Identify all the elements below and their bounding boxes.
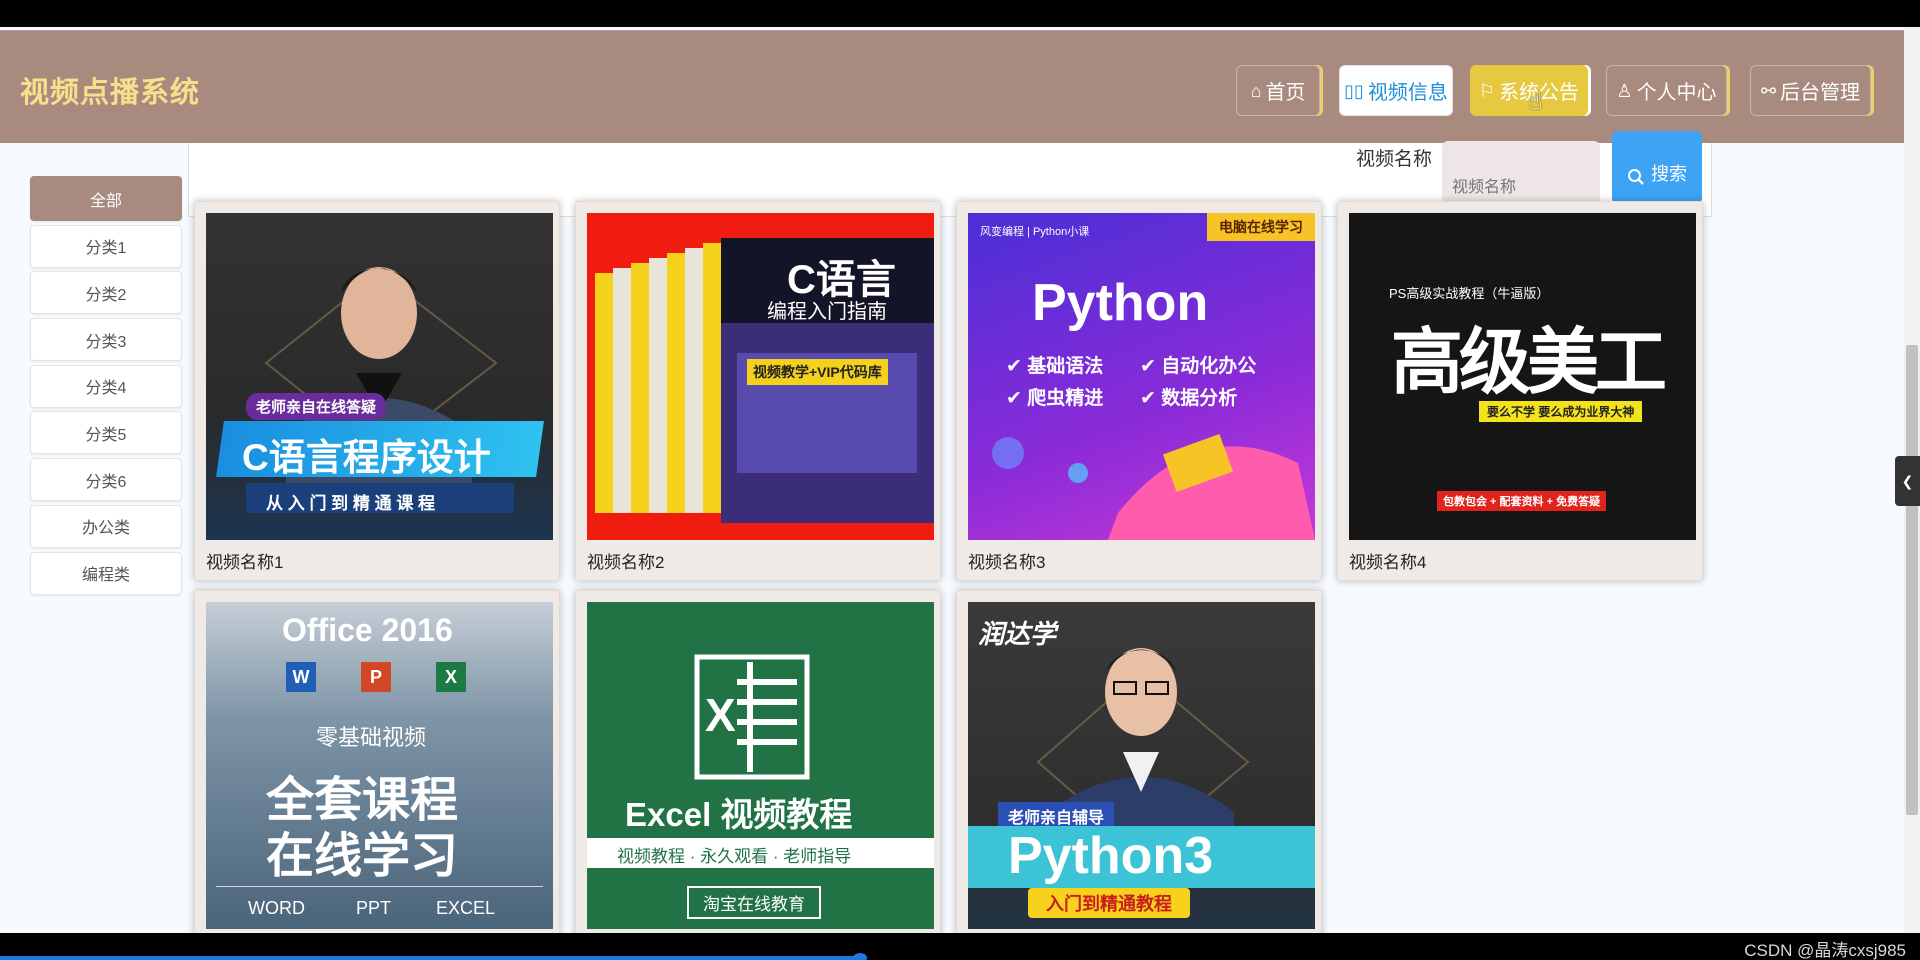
- home-icon: ⌂: [1250, 80, 1262, 101]
- search-label: 视频名称: [1356, 149, 1433, 170]
- nav-video-button[interactable]: ▯▯ 视频信息: [1339, 65, 1453, 116]
- category-5[interactable]: 分类5: [30, 411, 182, 455]
- decorative-3d-shapes: [992, 433, 1315, 540]
- video-card[interactable]: 润达学 老师亲自辅导 Python3 入门到精通教程: [956, 590, 1322, 933]
- thumb-subtitle: 视频教程 · 永久观看 · 老师指导: [617, 847, 852, 866]
- search-input[interactable]: [1442, 141, 1600, 204]
- video-title[interactable]: 视频名称2: [587, 548, 664, 573]
- playback-progress-handle[interactable]: [853, 953, 867, 960]
- app-viewport: 视频点播系统 ⌂ 首页 ▯▯ 视频信息 ⚐ 系统公告 ♙ 个人中心 ⚯ 后台管理…: [0, 27, 1920, 933]
- video-icon: ▯▯: [1344, 80, 1364, 101]
- category-2[interactable]: 分类2: [30, 271, 182, 315]
- nav-admin-button[interactable]: ⚯ 后台管理: [1750, 65, 1871, 116]
- video-thumbnail[interactable]: 风变编程 | Python小课 电脑在线学习 Python ✔ 基础语法 ✔ 自…: [968, 213, 1315, 540]
- search-button-label: 搜索: [1651, 164, 1687, 184]
- thumb-subtitle: 从 入 门 到 精 通 课 程: [266, 494, 436, 513]
- thumb-footer: 淘宝在线教育: [687, 886, 821, 919]
- thumb-tag: 要么不学 要么成为业界大神: [1479, 401, 1643, 422]
- excel-logo-icon: [694, 654, 810, 780]
- video-thumbnail[interactable]: 老师亲自在线答疑 C语言程序设计 从 入 门 到 精 通 课 程: [206, 213, 553, 540]
- excel-icon: X: [436, 662, 466, 692]
- category-all[interactable]: 全部: [30, 176, 182, 221]
- category-programming[interactable]: 编程类: [30, 551, 182, 595]
- thumb-top-text: PS高级实战教程（牛逼版）: [1389, 286, 1550, 301]
- powerpoint-icon: P: [361, 662, 391, 692]
- video-card[interactable]: 风变编程 | Python小课 电脑在线学习 Python ✔ 基础语法 ✔ 自…: [956, 201, 1322, 581]
- thumb-title: C语言程序设计: [242, 437, 491, 478]
- video-card[interactable]: PS高级实战教程（牛逼版） 高级美工 要么不学 要么成为业界大神 包教包会 + …: [1337, 201, 1703, 581]
- video-thumbnail[interactable]: PS高级实战教程（牛逼版） 高级美工 要么不学 要么成为业界大神 包教包会 + …: [1349, 213, 1696, 540]
- video-card[interactable]: Office 2016 W P X 零基础视频 全套课程 在线学习 WORD P…: [194, 590, 560, 933]
- nav-home-button[interactable]: ⌂ 首页: [1236, 65, 1320, 116]
- thumb-footer: EXCEL: [436, 898, 496, 918]
- chevron-left-icon[interactable]: ❮: [1895, 456, 1920, 506]
- nav-admin-label: 后台管理: [1780, 82, 1861, 104]
- thumb-title: Python3: [1008, 827, 1214, 885]
- video-title[interactable]: 视频名称1: [206, 548, 283, 573]
- page-scrollbar-thumb[interactable]: [1906, 345, 1918, 815]
- thumb-subtitle: 入门到精通教程: [1028, 888, 1190, 918]
- category-sidebar: 全部 分类1 分类2 分类3 分类4 分类5 分类6 办公类 编程类: [30, 176, 182, 598]
- nav-video-label: 视频信息: [1367, 82, 1448, 104]
- video-player-bar: CSDN @晶涛cxsj985: [0, 933, 1920, 960]
- playback-progress[interactable]: [0, 956, 860, 960]
- video-title[interactable]: 视频名称3: [968, 548, 1045, 573]
- video-thumbnail[interactable]: X Excel 视频教程 视频教程 · 永久观看 · 老师指导 淘宝在线教育: [587, 602, 934, 929]
- nav-profile-label: 个人中心: [1636, 82, 1717, 104]
- category-3[interactable]: 分类3: [30, 318, 182, 362]
- video-thumbnail[interactable]: C语言 编程入门指南 视频教学+VIP代码库: [587, 213, 934, 540]
- thumb-title: Excel 视频教程: [625, 796, 853, 833]
- thumb-subtitle: 编程入门指南: [767, 301, 887, 323]
- category-1[interactable]: 分类1: [30, 224, 182, 268]
- category-6[interactable]: 分类6: [30, 458, 182, 502]
- thumb-title: 高级美工: [1391, 323, 1667, 403]
- thumb-footer: 包教包会 + 配套资料 + 免费答疑: [1437, 491, 1607, 511]
- link-icon: ⚯: [1760, 80, 1777, 101]
- video-title[interactable]: 视频名称4: [1349, 548, 1426, 573]
- video-thumbnail[interactable]: Office 2016 W P X 零基础视频 全套课程 在线学习 WORD P…: [206, 602, 553, 929]
- search-icon: [1628, 169, 1644, 185]
- thumb-footer: PPT: [356, 898, 392, 918]
- header: 视频点播系统 ⌂ 首页 ▯▯ 视频信息 ⚐ 系统公告 ♙ 个人中心 ⚯ 后台管理…: [0, 30, 1904, 143]
- excel-x-glyph: X: [705, 689, 736, 741]
- nav-home-label: 首页: [1265, 82, 1306, 104]
- thumb-subtitle: 零基础视频: [316, 725, 427, 750]
- search-button[interactable]: 搜索: [1612, 131, 1702, 204]
- thumb-badge: 老师亲自在线答疑: [246, 393, 387, 420]
- thumb-tag: 视频教学+VIP代码库: [747, 359, 888, 385]
- video-thumbnail[interactable]: 润达学 老师亲自辅导 Python3 入门到精通教程: [968, 602, 1315, 929]
- flag-icon: ⚐: [1478, 80, 1496, 101]
- category-office[interactable]: 办公类: [30, 504, 182, 548]
- category-4[interactable]: 分类4: [30, 364, 182, 408]
- video-card[interactable]: 老师亲自在线答疑 C语言程序设计 从 入 门 到 精 通 课 程 视频名称1: [194, 201, 560, 581]
- video-card[interactable]: C语言 编程入门指南 视频教学+VIP代码库 视频名称2: [575, 201, 941, 581]
- watermark: CSDN @晶涛cxsj985: [1744, 941, 1906, 960]
- nav-profile-button[interactable]: ♙ 个人中心: [1606, 65, 1727, 116]
- site-title: 视频点播系统: [20, 77, 201, 109]
- word-icon: W: [286, 662, 316, 692]
- thumb-footer: WORD: [248, 898, 305, 918]
- thumb-title: Office 2016: [282, 612, 453, 648]
- video-card[interactable]: X Excel 视频教程 视频教程 · 永久观看 · 老师指导 淘宝在线教育: [575, 590, 941, 933]
- thumb-big-text: 在线学习: [266, 830, 459, 883]
- pointer-cursor-icon: ☝: [1528, 88, 1543, 115]
- user-icon: ♙: [1616, 80, 1633, 101]
